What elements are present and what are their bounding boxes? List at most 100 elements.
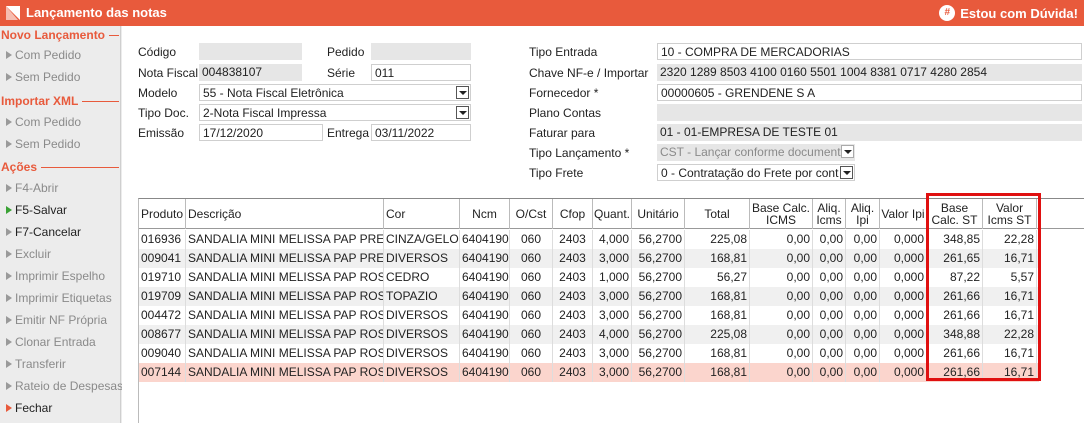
col-header-cfop[interactable]: Cfop [553,199,593,229]
dropdown-arrow-icon[interactable] [456,86,469,99]
cell-total[interactable]: 168,81 [685,249,750,268]
cell-valor-icms-st[interactable]: 16,71 [983,363,1037,382]
cell-ocst[interactable]: 060 [510,268,553,287]
cell-valor-ipi[interactable]: 0,000 [880,268,927,287]
cell-valor-ipi[interactable]: 0,000 [880,344,927,363]
sidebar-item-clonar-entrada[interactable]: Clonar Entrada [6,335,96,349]
table-row[interactable]: 019709 SANDALIA MINI MELISSA PAP ROSA TOPA… [139,287,1039,306]
sidebar-item-excluir[interactable]: Excluir [6,247,51,261]
sidebar-item-rateio-despesas[interactable]: Rateio de Despesas [6,379,123,393]
cell-produto[interactable]: 008677 [139,325,186,344]
pedido-field[interactable] [371,43,471,60]
cell-cor[interactable]: CINZA/GELO [384,230,460,249]
cell-valor-ipi[interactable]: 0,000 [880,325,927,344]
cell-quant[interactable]: 3,000 [593,249,632,268]
cell-cor[interactable]: TOPAZIO [384,287,460,306]
cell-base-st[interactable]: 261,66 [927,306,983,325]
tipo-entrada-field[interactable]: 10 - COMPRA DE MERCADORIAS [657,43,1082,60]
cell-ocst[interactable]: 060 [510,344,553,363]
cell-aliq-ipi[interactable]: 0,00 [846,363,880,382]
col-header-aliq-ipi[interactable]: Aliq. Ipi [846,199,880,229]
cell-descricao[interactable]: SANDALIA MINI MELISSA PAP ROSA [186,287,384,306]
table-row[interactable]: 004472 SANDALIA MINI MELISSA PAP ROSA DIVE… [139,306,1039,325]
cell-aliq-icms[interactable]: 0,00 [813,230,846,249]
cell-base-st[interactable]: 261,66 [927,344,983,363]
table-row[interactable]: 009041 SANDALIA MINI MELISSA PAP PRETO DIV… [139,249,1039,268]
col-header-aliq-icms[interactable]: Aliq. Icms [813,199,846,229]
col-header-ncm[interactable]: Ncm [460,199,510,229]
cell-quant[interactable]: 3,000 [593,306,632,325]
cell-ocst[interactable]: 060 [510,230,553,249]
sidebar-item-cancelar[interactable]: F7-Cancelar [6,225,81,239]
cell-unitario[interactable]: 56,2700 [632,344,685,363]
cell-ocst[interactable]: 060 [510,325,553,344]
cell-aliq-ipi[interactable]: 0,00 [846,230,880,249]
cell-descricao[interactable]: SANDALIA MINI MELISSA PAP ROSA [186,344,384,363]
sidebar-item-imprimir-etiquetas[interactable]: Imprimir Etiquetas [6,291,112,305]
cell-base-icms[interactable]: 0,00 [750,268,813,287]
cell-total[interactable]: 225,08 [685,325,750,344]
cell-valor-icms-st[interactable]: 16,71 [983,249,1037,268]
sidebar-item-novo-com-pedido[interactable]: Com Pedido [6,48,81,62]
col-header-valor-ipi[interactable]: Valor Ipi [880,199,927,229]
cell-aliq-ipi[interactable]: 0,00 [846,249,880,268]
cell-cor[interactable]: DIVERSOS [384,344,460,363]
cell-base-icms[interactable]: 0,00 [750,325,813,344]
help-button[interactable]: # Estou com Dúvida! [939,5,1078,21]
cell-descricao[interactable]: SANDALIA MINI MELISSA PAP ROSA [186,325,384,344]
cell-quant[interactable]: 1,000 [593,268,632,287]
cell-quant[interactable]: 3,000 [593,363,632,382]
cell-valor-ipi[interactable]: 0,000 [880,249,927,268]
cell-ncm[interactable]: 64041900 [460,249,510,268]
cell-valor-ipi[interactable]: 0,000 [880,306,927,325]
cell-aliq-icms[interactable]: 0,00 [813,306,846,325]
cell-produto[interactable]: 009041 [139,249,186,268]
cell-ocst[interactable]: 060 [510,306,553,325]
cell-total[interactable]: 168,81 [685,363,750,382]
cell-base-icms[interactable]: 0,00 [750,249,813,268]
cell-valor-ipi[interactable]: 0,000 [880,287,927,306]
cell-valor-icms-st[interactable]: 5,57 [983,268,1037,287]
cell-unitario[interactable]: 56,2700 [632,325,685,344]
sidebar-item-xml-sem-pedido[interactable]: Sem Pedido [6,137,80,151]
col-header-total[interactable]: Total [685,199,750,229]
cell-produto[interactable]: 004472 [139,306,186,325]
table-row[interactable]: 009040 SANDALIA MINI MELISSA PAP ROSA DIVE… [139,344,1039,363]
cell-ncm[interactable]: 64041900 [460,268,510,287]
cell-quant[interactable]: 4,000 [593,230,632,249]
cell-base-icms[interactable]: 0,00 [750,363,813,382]
sidebar-item-novo-sem-pedido[interactable]: Sem Pedido [6,70,80,84]
col-header-descricao[interactable]: Descrição [186,199,384,229]
sidebar-item-xml-com-pedido[interactable]: Com Pedido [6,115,81,129]
cell-unitario[interactable]: 56,2700 [632,306,685,325]
cell-cfop[interactable]: 2403 [553,363,593,382]
cell-total[interactable]: 56,27 [685,268,750,287]
dropdown-arrow-icon[interactable] [456,106,469,119]
cell-base-icms[interactable]: 0,00 [750,344,813,363]
cell-cfop[interactable]: 2403 [553,268,593,287]
serie-field[interactable]: 011 [371,64,471,81]
emissao-field[interactable]: 17/12/2020 [199,124,323,141]
cell-unitario[interactable]: 56,2700 [632,249,685,268]
cell-aliq-ipi[interactable]: 0,00 [846,287,880,306]
cell-total[interactable]: 168,81 [685,287,750,306]
cell-quant[interactable]: 4,000 [593,325,632,344]
cell-total[interactable]: 168,81 [685,344,750,363]
cell-valor-ipi[interactable]: 0,000 [880,363,927,382]
cell-ocst[interactable]: 060 [510,363,553,382]
cell-quant[interactable]: 3,000 [593,287,632,306]
col-header-valor-icms-st[interactable]: Valor Icms ST [983,199,1037,229]
cell-cor[interactable]: DIVERSOS [384,363,460,382]
cell-base-st[interactable]: 261,66 [927,287,983,306]
cell-cfop[interactable]: 2403 [553,306,593,325]
nota-fiscal-field[interactable]: 004838107 [199,64,302,81]
cell-base-icms[interactable]: 0,00 [750,287,813,306]
cell-base-st[interactable]: 261,65 [927,249,983,268]
cell-base-st[interactable]: 87,22 [927,268,983,287]
tipo-doc-select[interactable]: 2-Nota Fiscal Impressa [199,104,471,121]
cell-cor[interactable]: DIVERSOS [384,325,460,344]
table-row[interactable]: 008677 SANDALIA MINI MELISSA PAP ROSA DIVE… [139,325,1039,344]
cell-ncm[interactable]: 64041900 [460,230,510,249]
cell-base-st[interactable]: 348,85 [927,230,983,249]
col-header-base-st[interactable]: Base Calc. ST [927,199,983,229]
